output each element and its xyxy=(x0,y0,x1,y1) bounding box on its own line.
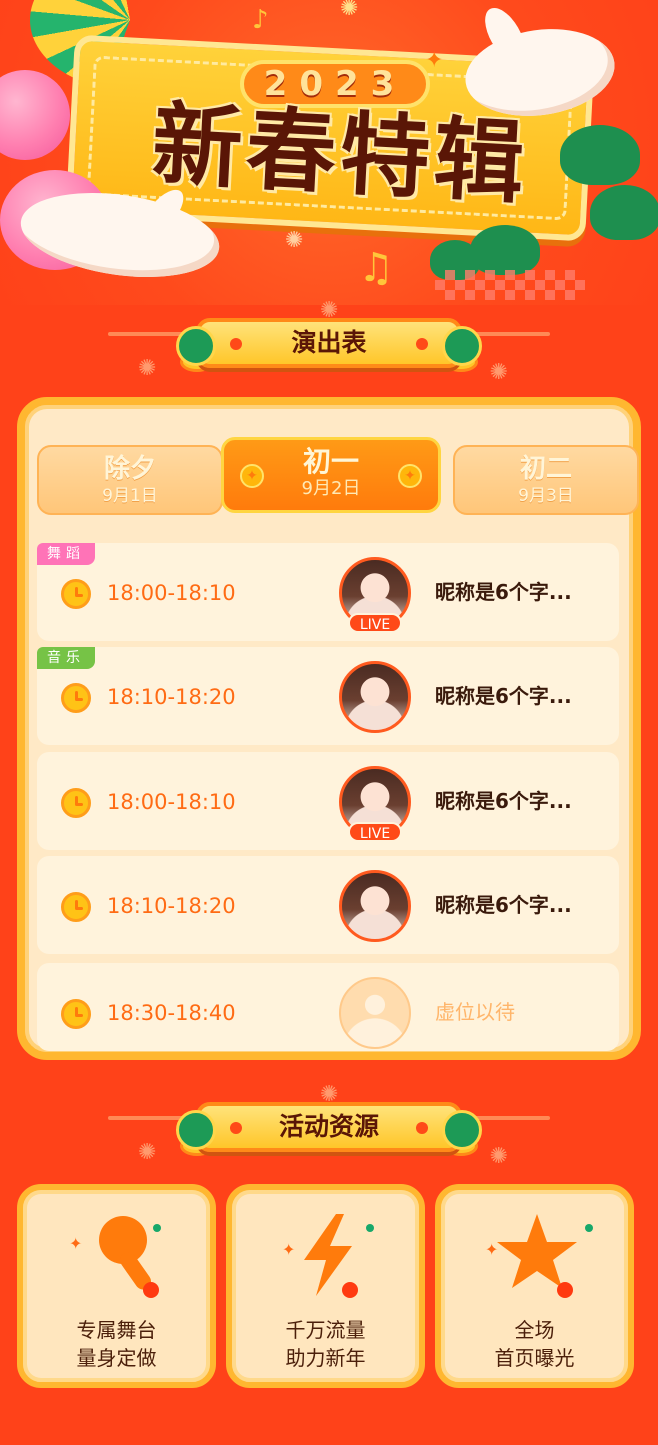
card-label: 首页曝光 xyxy=(494,1346,575,1370)
slot-time: 18:30-18:40 xyxy=(107,1001,236,1025)
section-title: 演出表 xyxy=(291,328,367,357)
resource-card[interactable]: ✦ 千万流量 助力新年 xyxy=(226,1184,425,1388)
tab-label: 除夕 xyxy=(103,454,156,484)
clock-icon xyxy=(61,579,91,609)
nickname: 昵称是6个字... xyxy=(435,684,572,708)
burst-icon: ✺ xyxy=(489,360,508,385)
microphone-icon xyxy=(99,1216,159,1298)
lightning-icon xyxy=(304,1214,358,1298)
nickname: 昵称是6个字... xyxy=(435,580,572,604)
schedule-panel: 除夕 9月1日 ✦ ✦ 初一 9月2日 初二 9月3日 舞蹈 18:00-18:… xyxy=(17,397,641,1060)
dot-decoration xyxy=(153,1224,161,1232)
section-plaque: 演出表 xyxy=(176,318,482,368)
burst-icon: ✺ xyxy=(138,356,157,381)
clock-icon xyxy=(61,683,91,713)
music-note-icon: ♫ xyxy=(358,245,394,291)
nickname: 昵称是6个字... xyxy=(435,789,572,813)
tab-day-one[interactable]: ✦ ✦ 初一 9月2日 xyxy=(221,437,441,513)
live-badge: LIVE xyxy=(348,613,402,633)
card-label: 全场 xyxy=(514,1318,555,1342)
nickname: 昵称是6个字... xyxy=(435,893,572,917)
schedule-slot[interactable]: 18:10-18:20 昵称是6个字... xyxy=(37,856,619,954)
avatar[interactable] xyxy=(339,870,411,942)
dot-decoration xyxy=(366,1224,374,1232)
resource-card[interactable]: ✦ 全场 首页曝光 xyxy=(435,1184,634,1388)
sparkle-icon: ✦ xyxy=(69,1234,83,1253)
avatar[interactable] xyxy=(339,661,411,733)
pine-decoration xyxy=(470,225,540,275)
card-label: 助力新年 xyxy=(285,1346,366,1370)
slot-time: 18:00-18:10 xyxy=(107,790,236,814)
sparkle-icon: ✦ xyxy=(425,48,444,73)
live-badge: LIVE xyxy=(348,822,402,842)
music-note-icon: ♪ xyxy=(252,5,269,35)
sparkle-icon: ✺ xyxy=(285,228,304,253)
schedule-slot[interactable]: 舞蹈 18:00-18:10 LIVE 昵称是6个字... xyxy=(37,543,619,641)
sparkle-icon: ✦ xyxy=(282,1240,296,1259)
tab-date: 9月1日 xyxy=(102,486,158,506)
tab-label: 初二 xyxy=(519,454,572,484)
section-title: 活动资源 xyxy=(278,1112,379,1141)
tab-day-two[interactable]: 初二 9月3日 xyxy=(453,445,639,515)
burst-icon: ✺ xyxy=(138,1140,157,1165)
star-icon: ✦ xyxy=(240,464,264,488)
sparkle-icon: ✺ xyxy=(340,0,359,21)
slot-time: 18:10-18:20 xyxy=(107,685,236,709)
schedule-slot[interactable]: 18:00-18:10 LIVE 昵称是6个字... xyxy=(37,752,619,850)
icon-wrapper: ✦ xyxy=(23,1210,210,1300)
dot-decoration xyxy=(585,1224,593,1232)
star-icon: ✦ xyxy=(398,464,422,488)
category-tag: 舞蹈 xyxy=(37,543,95,565)
avatar-placeholder xyxy=(339,977,411,1049)
tab-date: 9月3日 xyxy=(518,486,574,506)
sparkle-icon: ✦ xyxy=(485,1240,499,1259)
schedule-section-header: ✺ ✺ ✺ 演出表 xyxy=(0,298,658,385)
schedule-slot[interactable]: 音乐 18:10-18:20 昵称是6个字... xyxy=(37,647,619,745)
clock-icon xyxy=(61,892,91,922)
slot-time: 18:00-18:10 xyxy=(107,581,236,605)
star-icon xyxy=(497,1214,577,1298)
clock-icon xyxy=(61,999,91,1029)
section-plaque: 活动资源 xyxy=(176,1102,482,1152)
icon-wrapper: ✦ xyxy=(441,1210,628,1300)
pine-decoration xyxy=(590,185,658,240)
category-tag: 音乐 xyxy=(37,647,95,669)
tab-new-years-eve[interactable]: 除夕 9月1日 xyxy=(37,445,223,515)
hero-banner: 2023 新春特辑 ♫ ♪ ✺ ✦ ✺ xyxy=(0,0,658,305)
icon-wrapper: ✦ xyxy=(232,1210,419,1300)
card-label: 专属舞台 xyxy=(76,1318,157,1342)
schedule-slot[interactable]: 18:30-18:40 虚位以待 xyxy=(37,963,619,1051)
nickname: 虚位以待 xyxy=(435,1000,515,1024)
clock-icon xyxy=(61,788,91,818)
checker-decoration xyxy=(435,270,585,300)
card-label: 千万流量 xyxy=(285,1318,366,1342)
card-label: 量身定做 xyxy=(76,1346,157,1370)
resource-card[interactable]: ✦ 专属舞台 量身定做 xyxy=(17,1184,216,1388)
slot-time: 18:10-18:20 xyxy=(107,894,236,918)
burst-icon: ✺ xyxy=(489,1144,508,1169)
resources-section-header: ✺ ✺ ✺ 活动资源 xyxy=(0,1082,658,1169)
